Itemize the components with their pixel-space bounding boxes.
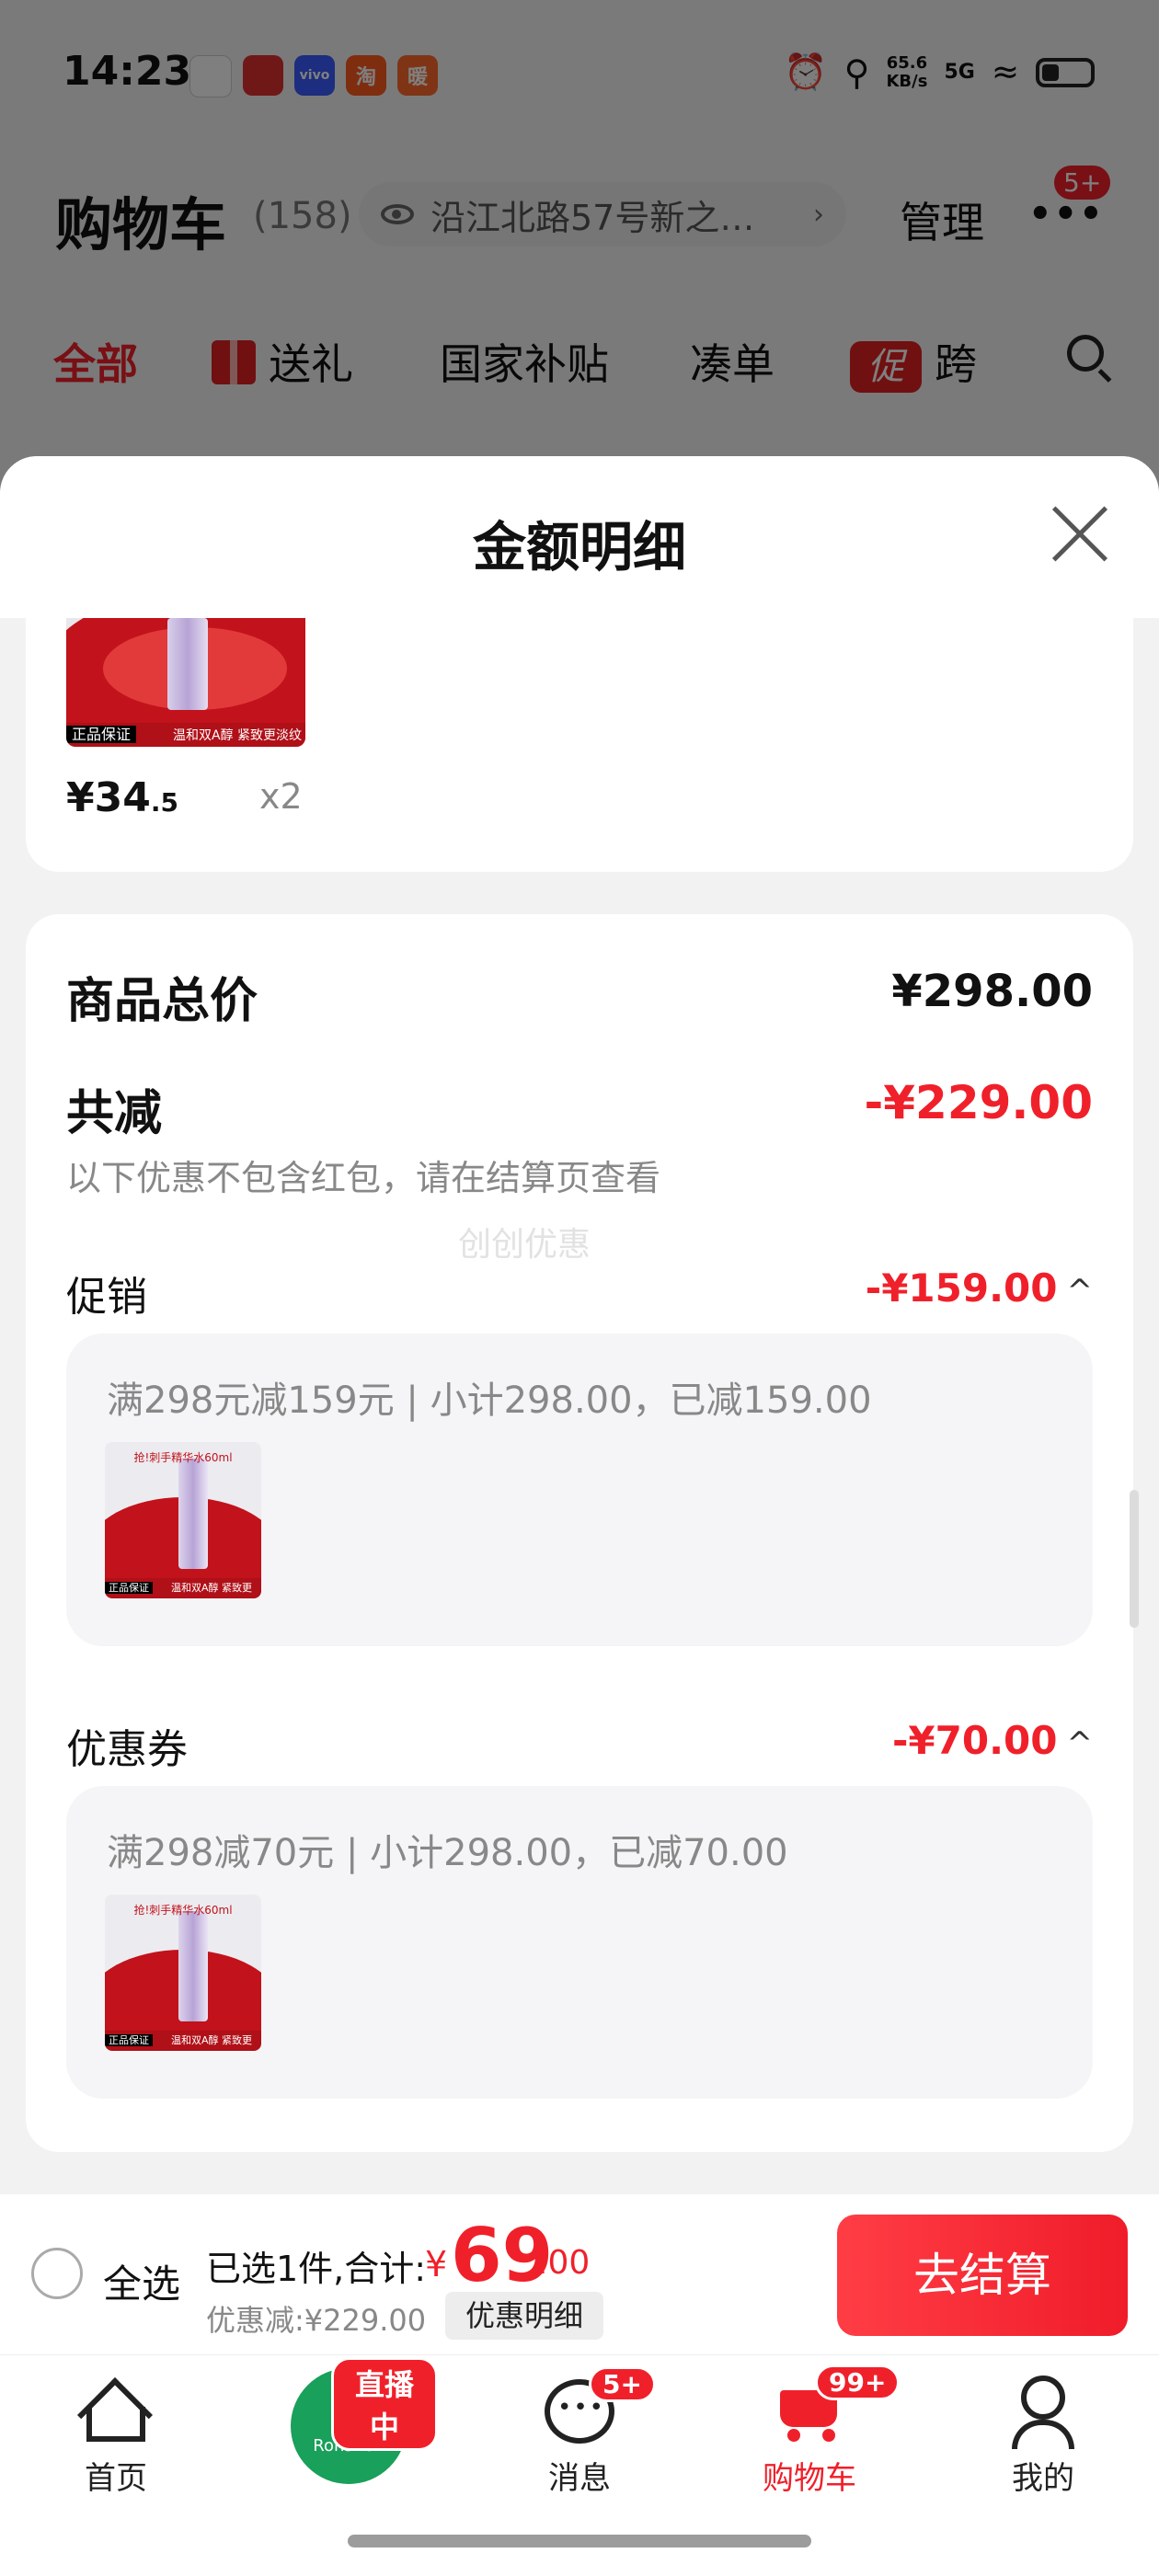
total-amount-decimal: .00 <box>537 2244 591 2282</box>
product-thumbnail[interactable]: 抢!刺手精华水60ml 正品保证温和双A醇 紧致更淡纹 <box>105 1442 261 1598</box>
nav-me-label: 我的 <box>1012 2460 1074 2497</box>
total-reduction-label: 共减 <box>66 1086 163 1141</box>
close-icon[interactable] <box>1049 504 1109 565</box>
select-all-label[interactable]: 全选 <box>103 2253 180 2309</box>
total-price-label: 商品总价 <box>66 974 258 1029</box>
watermark: 创创优惠 <box>458 1226 591 1264</box>
product-card: 正品保证 温和双A醇 紧致更淡纹 ¥34.5 x2 <box>26 618 1133 872</box>
promotion-toggle[interactable]: -¥159.00 ^ <box>866 1265 1093 1311</box>
sheet-title: 金额明细 <box>472 516 686 578</box>
discount-summary: 优惠减:¥229.00 <box>206 2303 427 2338</box>
amount-summary-card: 商品总价 ¥298.00 共减 -¥229.00 以下优惠不包含红包，请在结算页… <box>26 914 1133 2152</box>
coupon-toggle[interactable]: -¥70.00 ^ <box>892 1718 1093 1763</box>
checkout-bar: 全选 已选1件,合计: ¥ 69 .00 优惠减:¥229.00 优惠明细 去结… <box>0 2194 1159 2354</box>
discount-detail-button[interactable]: 优惠明细 <box>445 2292 604 2340</box>
coupon-value: -¥70.00 <box>891 1718 1058 1763</box>
home-indicator[interactable] <box>348 2535 811 2547</box>
nav-messages-label: 消息 <box>548 2460 611 2497</box>
selected-summary: 已选1件,合计: <box>206 2249 427 2289</box>
product-thumbnail[interactable]: 抢!刺手精华水60ml 正品保证温和双A醇 紧致更淡纹 <box>105 1895 261 2051</box>
home-icon <box>76 2376 154 2454</box>
scrollbar[interactable] <box>1130 1490 1139 1628</box>
discount-note: 以下优惠不包含红包，请在结算页查看 <box>66 1158 661 1198</box>
product-price: ¥34.5 <box>66 774 178 821</box>
nav-cart-label: 购物车 <box>763 2460 856 2497</box>
user-icon <box>1008 2376 1078 2449</box>
coupon-label: 优惠券 <box>66 1726 188 1773</box>
select-all-radio[interactable] <box>31 2248 83 2299</box>
promotion-value: -¥159.00 <box>865 1265 1058 1311</box>
messages-badge: 5+ <box>589 2366 656 2402</box>
chevron-up-icon: ^ <box>1066 1273 1094 1310</box>
promotion-label: 促销 <box>66 1274 147 1321</box>
product-quantity: x2 <box>259 776 303 817</box>
total-currency: ¥ <box>425 2244 448 2284</box>
live-badge: 直播中 <box>331 2357 438 2451</box>
cart-badge: 99+ <box>815 2364 901 2400</box>
promotion-detail-text: 满298元减159元 | 小计298.00，已减159.00 <box>107 1380 872 1422</box>
sheet-header: 金额明细 <box>0 456 1159 618</box>
chevron-up-icon: ^ <box>1066 1725 1094 1762</box>
coupon-detail-box: 满298减70元 | 小计298.00，已减70.00 抢!刺手精华水60ml … <box>66 1786 1093 2099</box>
product-image[interactable]: 正品保证 温和双A醇 紧致更淡纹 <box>66 618 305 747</box>
nav-home-label: 首页 <box>85 2460 147 2497</box>
checkout-button[interactable]: 去结算 <box>837 2215 1128 2336</box>
coupon-detail-text: 满298减70元 | 小计298.00，已减70.00 <box>107 1832 788 1874</box>
total-reduction-value: -¥229.00 <box>864 1076 1094 1129</box>
total-price-value: ¥298.00 <box>891 966 1093 1017</box>
promotion-detail-box: 满298元减159元 | 小计298.00，已减159.00 抢!刺手精华水60… <box>66 1334 1093 1646</box>
